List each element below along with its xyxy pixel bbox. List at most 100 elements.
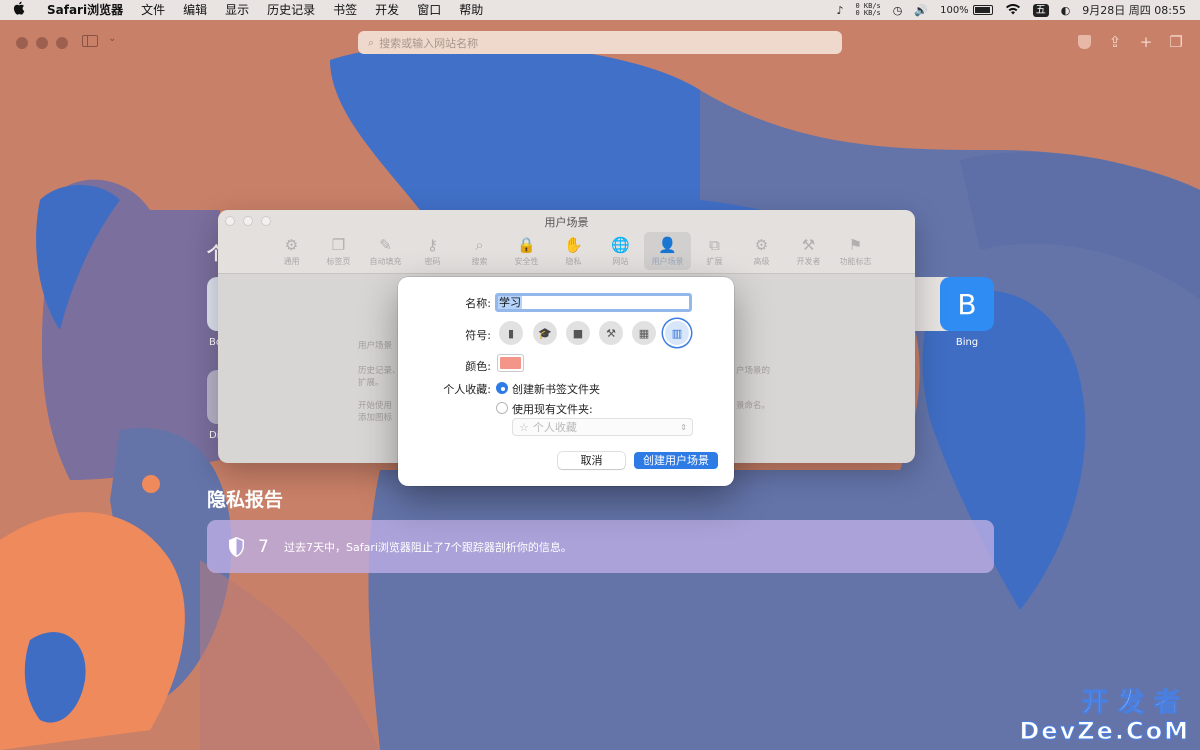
prefs-body-text-r2: 景命名。 [736,401,771,411]
radio-existing-folder-label[interactable]: 使用现有文件夹: [512,401,593,417]
new-tab-icon[interactable]: + [1136,32,1156,52]
prefs-tab-flags[interactable]: ⚑ 功能标志 [832,232,879,270]
symbol-hammer-icon[interactable]: ⚒ [599,321,623,345]
prefs-tab-gears[interactable]: ⚙ 高级 [738,232,785,270]
menubar-status-area: ♪ 0 KB/s 0 KB/s ◷ 🔊 100% 五 ◐ 9月28日 周四 08… [836,0,1200,20]
window-controls [16,37,68,49]
color-picker-well[interactable] [497,354,524,372]
prefs-tab-label: 高级 [753,257,770,266]
prefs-tab-label: 自动填充 [369,257,402,266]
updown-chevron-icon: ⇕ [680,422,687,432]
prefs-body-text-2b: 扩展。 [358,378,384,388]
search-icon: ⌕ [475,236,484,254]
color-label: 颜色: [465,360,491,373]
watermark: 开发者 DevZe.CoM [1019,688,1190,745]
prefs-tab-key[interactable]: ⚷ 密码 [409,232,456,270]
menubar-clock[interactable]: 9月28日 周四 08:55 [1082,2,1186,18]
tab-overview-icon[interactable]: ❐ [1166,32,1186,52]
cancel-button[interactable]: 取消 [558,452,625,469]
symbol-building-icon[interactable]: ▦ [632,321,656,345]
menubar: Safari浏览器 文件 编辑 显示 历史记录 书签 开发 窗口 帮助 ♪ 0 … [0,0,1200,20]
zoom-window-button[interactable] [56,37,68,49]
prefs-tab-label: 密码 [424,257,441,266]
favorite-tile-bing[interactable]: B [940,277,994,331]
tabs-icon: ❐ [331,236,346,254]
address-placeholder: 搜索或输入网站名称 [379,36,479,50]
watermark-line-1: 开发者 [1081,688,1190,719]
prefs-tab-label: 用户场景 [651,257,684,266]
network-speed[interactable]: 0 KB/s 0 KB/s [855,3,880,17]
shield-icon [1077,35,1091,49]
prefs-tab-label: 扩展 [706,257,723,266]
bing-letter: B [957,287,977,321]
radio-new-folder-label[interactable]: 创建新书签文件夹 [512,381,600,397]
time-machine-icon[interactable]: ◷ [893,4,903,17]
puzzle-icon: ⧉ [709,236,720,254]
radio-new-folder[interactable] [496,382,508,394]
minimize-window-button[interactable] [36,37,48,49]
hand-icon: ✋ [564,236,583,254]
prefs-tab-gear[interactable]: ⚙ 通用 [268,232,315,270]
menu-edit[interactable]: 编辑 [174,0,216,20]
music-note-icon[interactable]: ♪ [836,4,843,17]
privacy-report-card[interactable]: 7 过去7天中，Safari浏览器阻止了7个跟踪器剖析你的信息。 [207,520,994,573]
prefs-tab-autofill[interactable]: ✎ 自动填充 [362,232,409,270]
search-icon: ⌕ [368,35,375,49]
symbol-briefcase-icon[interactable]: ■ [566,321,590,345]
menu-view[interactable]: 显示 [216,0,258,20]
favorite-caption-bing: Bing [955,337,979,348]
preferences-titlebar: 用户场景 ⚙ 通用 ❐ 标签页 ✎ 自动填充 ⚷ 密码 ⌕ 搜索 🔒 安全性 ✋ 隐私 🌐 网站 👤 用户场景 ⧉ 扩… [218,210,915,274]
menu-bookmarks[interactable]: 书签 [324,0,366,20]
menu-history[interactable]: 历史记录 [258,0,324,20]
battery-status[interactable]: 100% [940,5,993,16]
apple-menu-icon[interactable] [0,1,38,19]
prefs-body-text-3b: 添加图标 [358,413,393,423]
battery-icon [972,5,993,15]
prefs-tab-label: 搜索 [471,257,488,266]
control-center-icon[interactable]: ◐ [1061,4,1071,17]
lock-icon: 🔒 [517,236,536,254]
prefs-body-text-1: 用户场景 [358,341,393,351]
close-window-button[interactable] [16,37,28,49]
prefs-tab-label: 开发者 [796,257,821,266]
address-bar[interactable]: ⌕ 搜索或输入网站名称 [358,31,842,54]
flags-icon: ⚑ [848,236,863,254]
radio-existing-folder[interactable] [496,402,508,414]
color-swatch [500,357,521,369]
chevron-down-icon[interactable]: ⌄ [108,33,116,44]
shield-icon [227,536,246,558]
profile-name-selected-text: 学习 [498,296,522,309]
symbol-books-icon[interactable]: ▥ [665,321,689,345]
person-icon: 👤 [658,236,677,254]
prefs-tab-label: 通用 [283,257,300,266]
globe-icon: 🌐 [611,236,630,254]
prefs-tab-hand[interactable]: ✋ 隐私 [550,232,597,270]
privacy-shield-button[interactable] [1074,32,1094,52]
prefs-tab-globe[interactable]: 🌐 网站 [597,232,644,270]
existing-folder-select[interactable]: ☆ 个人收藏 ⇕ [512,418,693,436]
share-icon[interactable]: ⇪ [1105,32,1125,52]
menu-safari[interactable]: Safari浏览器 [38,0,132,20]
volume-icon[interactable]: 🔊 [914,4,928,17]
privacy-summary-text: 过去7天中，Safari浏览器阻止了7个跟踪器剖析你的信息。 [284,540,572,554]
sidebar-toggle-icon[interactable] [82,35,98,47]
symbol-label: 符号: [465,329,491,342]
menu-develop[interactable]: 开发 [366,0,408,20]
menu-file[interactable]: 文件 [132,0,174,20]
prefs-tab-search[interactable]: ⌕ 搜索 [456,232,503,270]
wifi-icon[interactable] [1005,3,1021,18]
menu-help[interactable]: 帮助 [450,0,492,20]
prefs-tab-tools[interactable]: ⚒ 开发者 [785,232,832,270]
prefs-tab-puzzle[interactable]: ⧉ 扩展 [691,232,738,270]
profile-name-input[interactable] [495,293,692,312]
create-profile-button[interactable]: 创建用户场景 [634,452,718,469]
menu-window[interactable]: 窗口 [408,0,450,20]
symbol-id-badge-icon[interactable]: ▮ [499,321,523,345]
symbol-graduation-cap-icon[interactable]: 🎓 [533,321,557,345]
input-method-indicator[interactable]: 五 [1032,3,1049,17]
prefs-tab-person[interactable]: 👤 用户场景 [644,232,691,270]
favorites-label: 个人收藏: [443,383,491,396]
prefs-tab-lock[interactable]: 🔒 安全性 [503,232,550,270]
prefs-tab-tabs[interactable]: ❐ 标签页 [315,232,362,270]
battery-percent: 100% [940,4,969,16]
